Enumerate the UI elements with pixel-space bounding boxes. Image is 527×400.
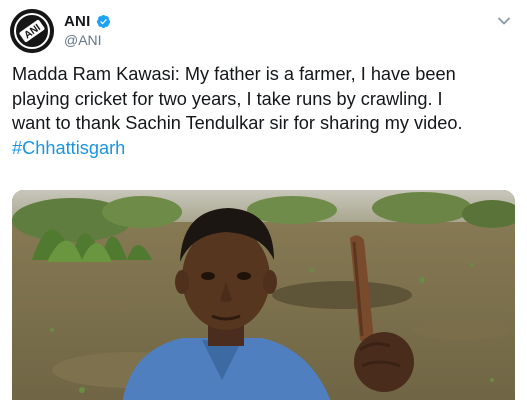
video-still-boy-with-bat <box>12 190 515 400</box>
tweet-media-image[interactable] <box>12 190 515 400</box>
avatar[interactable]: ANI <box>10 9 54 53</box>
author-name[interactable]: ANI <box>64 13 90 30</box>
tweet-text-line: Madda Ram Kawasi: My father is a farmer,… <box>12 64 456 84</box>
tweet-text-line: want to thank Sachin Tendulkar sir for s… <box>12 113 463 133</box>
verified-badge-icon <box>96 14 111 29</box>
ani-logo: ANI <box>10 9 54 53</box>
tweet-text-line: playing cricket for two years, I take ru… <box>12 88 443 109</box>
tweet-text: Madda Ram Kawasi: My father is a farmer,… <box>12 62 520 160</box>
chevron-down-icon[interactable] <box>497 14 511 28</box>
hashtag-link[interactable]: #Chhattisgarh <box>12 138 125 158</box>
author-handle[interactable]: @ANI <box>64 32 102 48</box>
tweet-card: ANI ANI @ANI Madda Ram Kawasi: My father… <box>0 0 527 400</box>
